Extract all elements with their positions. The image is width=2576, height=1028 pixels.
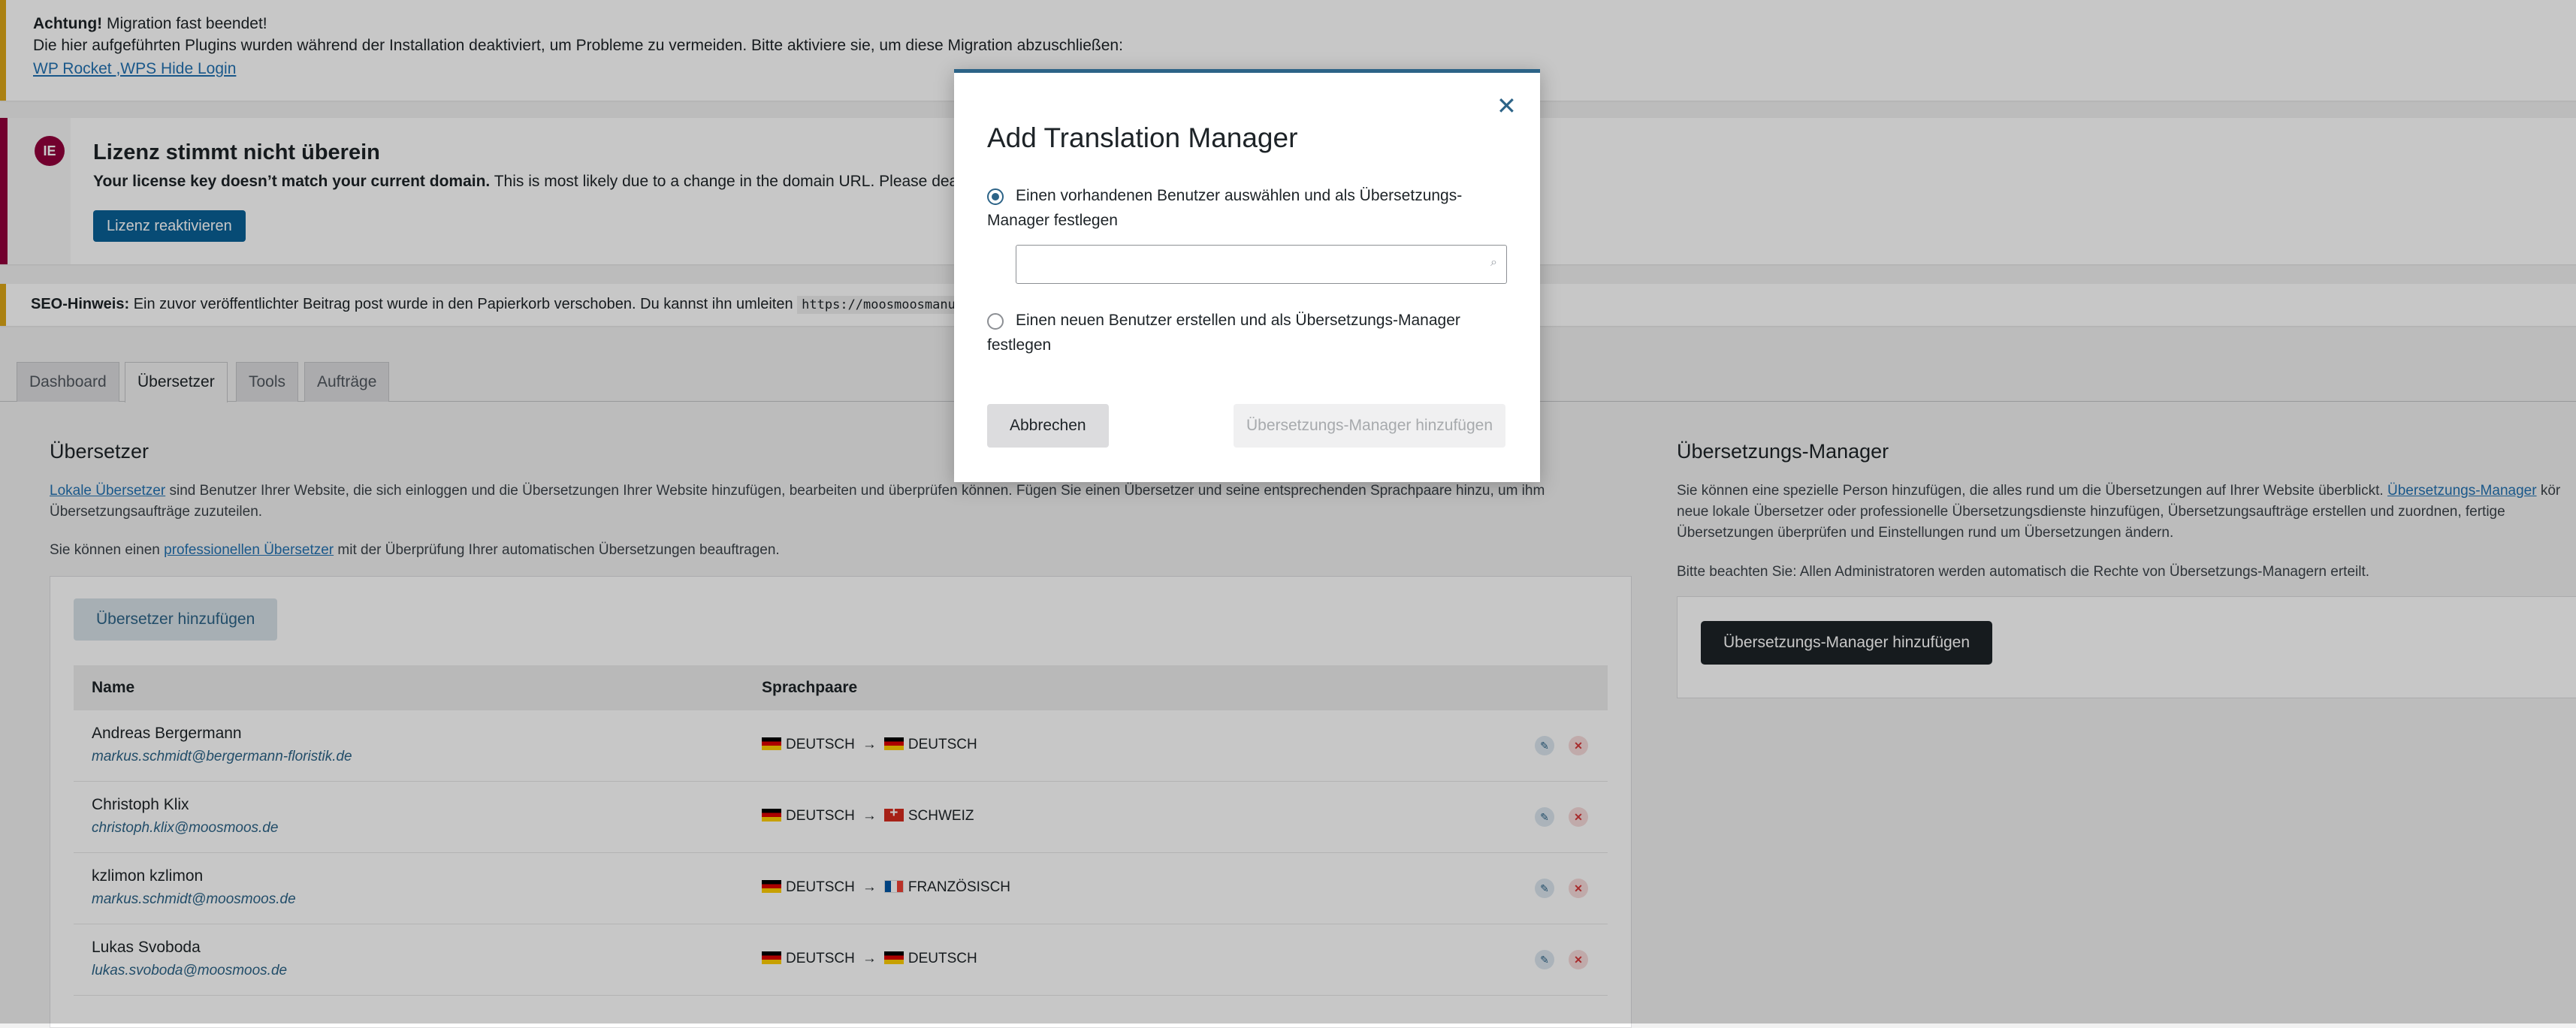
existing-user-label[interactable]: Einen vorhandenen Benutzer auswählen und… — [987, 183, 1498, 233]
confirm-add-manager-button[interactable]: Übersetzungs-Manager hinzufügen — [1234, 404, 1505, 448]
user-search-input[interactable]: ⌕ — [1016, 245, 1507, 284]
search-icon: ⌕ — [1490, 256, 1497, 269]
cancel-button[interactable]: Abbrechen — [987, 404, 1109, 448]
add-translation-manager-dialog: ✕ Add Translation Manager Einen vorhande… — [954, 69, 1540, 482]
new-user-label[interactable]: Einen neuen Benutzer erstellen und als Ü… — [987, 308, 1498, 357]
close-icon[interactable]: ✕ — [1496, 94, 1517, 118]
dialog-title: Add Translation Manager — [987, 122, 1298, 153]
